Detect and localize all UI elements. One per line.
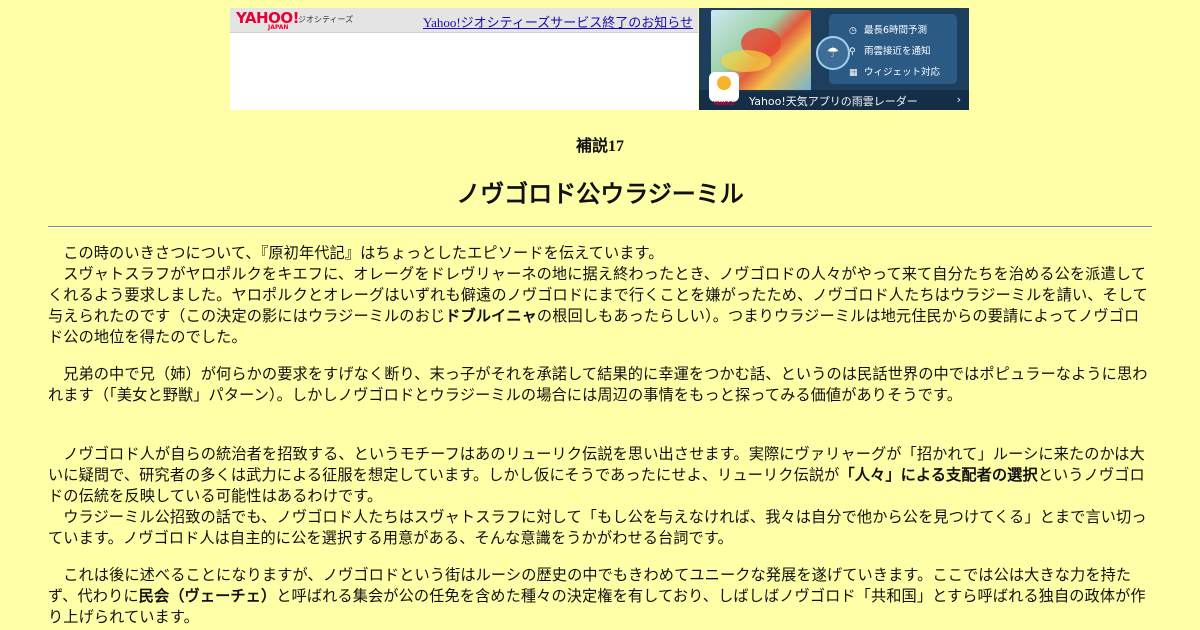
rain-cloud-shape xyxy=(721,50,771,72)
paragraph: これは後に述べることになりますが、ノヴゴロドという街はルーシの歴史の中でもきわめ… xyxy=(48,565,1152,628)
pin-icon: ⚲ xyxy=(849,47,856,57)
emphasis-veche: 民会（ヴェーチェ） xyxy=(138,587,277,605)
emphasis-dobrynya: ドブルイニャ xyxy=(445,307,537,325)
yahoo-logo[interactable]: YAHOO! xyxy=(236,11,299,26)
app-banner-bar[interactable]: Yahoo!天気アプリの雨雲レーダー › xyxy=(699,90,969,110)
chevron-right-icon[interactable]: › xyxy=(957,93,961,106)
weather-app-icon[interactable]: YAHOO! xyxy=(709,72,739,107)
paragraph: ノヴゴロド人が自らの統治者を招致する、というモチーフはあのリューリク伝説を思い出… xyxy=(48,444,1152,507)
widget-icon: ▦ xyxy=(849,68,858,78)
feature-item: ⚲ 雨雲接近を通知 xyxy=(849,43,931,57)
page-title: ノヴゴロド公ウラジーミル xyxy=(456,180,744,208)
emphasis-selection: 「人々」による支配者の選択 xyxy=(839,466,1038,484)
paragraph: スヴャトスラフがヤロポルクをキエフに、オレーグをドレヴリャーネの地に据え終わった… xyxy=(48,264,1152,348)
app-icon-label: YAHOO! xyxy=(713,101,735,107)
clock-icon: ◷ xyxy=(849,26,857,36)
paragraph: ウラジーミル公招致の話でも、ノヴゴロド人たちはスヴャトスラフに対して「もし公を与… xyxy=(48,508,1147,547)
feature-item: ▦ ウィジェット対応 xyxy=(849,64,940,78)
section-number: 補説17 xyxy=(575,138,624,155)
feature-label: 雨雲接近を通知 xyxy=(864,46,931,57)
feature-label: 最長6時間予測 xyxy=(864,25,928,36)
weather-app-ad[interactable]: ◷ 最長6時間予測 ⚲ 雨雲接近を通知 ▦ ウィジェット対応 ☂ Yahoo!天気アプ… xyxy=(699,8,969,110)
feature-item: ◷ 最長6時間予測 xyxy=(849,22,927,36)
sun-icon xyxy=(717,76,731,90)
paragraph: 兄弟の中で兄（姉）が何らかの要求をすげなく断り、末っ子がそれを承諾して結果的に幸… xyxy=(48,365,1148,404)
feature-label: ウィジェット対応 xyxy=(864,67,941,78)
ad-header-strip: YAHOO! JAPAN ジオシティーズ Yahoo!ジオシティーズサービス終了… xyxy=(230,8,698,33)
paragraph: この時のいきさつについて、『原初年代記』はちょっとしたエピソードを伝えています。 xyxy=(63,244,664,262)
service-end-notice-link[interactable]: Yahoo!ジオシティーズサービス終了のお知らせ xyxy=(423,12,693,31)
yahoo-japan-label: JAPAN xyxy=(268,24,289,31)
ad-banner[interactable]: YAHOO! JAPAN ジオシティーズ Yahoo!ジオシティーズサービス終了… xyxy=(230,8,969,110)
article-body: この時のいきさつについて、『原初年代記』はちょっとしたエピソードを伝えています。… xyxy=(48,243,1152,628)
horizontal-divider xyxy=(48,226,1152,228)
app-banner-text[interactable]: Yahoo!天気アプリの雨雲レーダー xyxy=(749,93,918,109)
rain-cloud-icon: ☂ xyxy=(816,36,850,70)
ad-left-panel: YAHOO! JAPAN ジオシティーズ Yahoo!ジオシティーズサービス終了… xyxy=(230,8,698,110)
geocities-label: ジオシティーズ xyxy=(298,15,354,24)
